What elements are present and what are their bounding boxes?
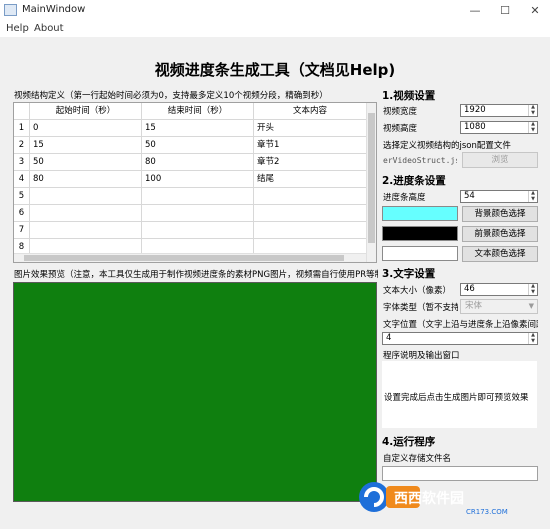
app-icon <box>4 4 17 16</box>
column-header-end[interactable]: 结束时间（秒） <box>142 103 254 120</box>
end-cell[interactable]: 15 <box>142 120 254 137</box>
text-size-value: 46 <box>464 284 475 294</box>
video-height-label: 视频高度 <box>383 124 418 134</box>
row-number: 6 <box>14 205 30 222</box>
output-label: 程序说明及输出窗口 <box>383 351 460 361</box>
text-cell[interactable]: 章节1 <box>254 137 367 154</box>
text-color-button[interactable]: 文本颜色选择 <box>462 246 538 262</box>
video-width-label: 视频宽度 <box>383 107 418 117</box>
text-settings-title: 3.文字设置 <box>382 268 436 280</box>
text-cell[interactable] <box>254 188 367 205</box>
spin-arrows-icon[interactable]: ▲ ▼ <box>528 283 537 295</box>
font-value: 宋体 <box>465 301 483 311</box>
progress-height-spinbox[interactable]: 54 ▲ ▼ <box>460 190 538 203</box>
row-number: 4 <box>14 171 30 188</box>
spin-arrows-icon[interactable]: ▲ ▼ <box>528 104 537 116</box>
start-cell[interactable]: 50 <box>30 154 142 171</box>
text-cell[interactable]: 开头 <box>254 120 367 137</box>
table-corner <box>14 103 30 120</box>
filename-label: 自定义存储文件名 <box>383 454 452 464</box>
run-title: 4.运行程序 <box>382 436 436 448</box>
table-vertical-scrollbar[interactable] <box>366 103 376 262</box>
text-cell[interactable]: 章节2 <box>254 154 367 171</box>
foreground-color-button[interactable]: 前景颜色选择 <box>462 226 538 242</box>
start-cell[interactable] <box>30 222 142 239</box>
row-number: 2 <box>14 137 30 154</box>
close-button[interactable]: ✕ <box>520 0 550 20</box>
image-preview <box>13 282 377 502</box>
table-horizontal-scrollbar[interactable] <box>14 253 366 262</box>
background-color-button[interactable]: 背景颜色选择 <box>462 206 538 222</box>
row-number: 5 <box>14 188 30 205</box>
browse-button[interactable]: 浏览 <box>462 152 538 168</box>
start-cell[interactable]: 15 <box>30 137 142 154</box>
structure-table[interactable]: 起始时间（秒） 结束时间（秒） 文本内容 1 0 15 开头 2 15 50 章… <box>13 102 377 263</box>
spin-arrows-icon[interactable]: ▲ ▼ <box>528 121 537 133</box>
progress-settings-title: 2.进度条设置 <box>382 175 446 187</box>
maximize-button[interactable]: ☐ <box>490 0 520 20</box>
window-title: MainWindow <box>22 4 86 15</box>
end-cell[interactable] <box>142 188 254 205</box>
title-bar: MainWindow — ☐ ✕ <box>0 0 550 20</box>
text-position-value: 4 <box>386 333 392 343</box>
background-color-swatch <box>382 206 458 221</box>
text-position-spinbox[interactable]: 4 ▲ ▼ <box>382 332 538 345</box>
scrollbar-thumb[interactable] <box>368 113 375 243</box>
start-cell[interactable] <box>30 205 142 222</box>
minimize-button[interactable]: — <box>460 0 490 20</box>
chevron-down-icon: ▼ <box>528 302 534 310</box>
menu-bar: Help About <box>0 20 550 37</box>
structure-label: 视频结构定义（第一行起始时间必须为0，支持最多定义10个视频分段，精确到秒） <box>14 91 328 101</box>
text-cell[interactable] <box>254 222 367 239</box>
end-cell[interactable] <box>142 222 254 239</box>
spin-arrows-icon[interactable]: ▲ ▼ <box>528 190 537 202</box>
json-config-label: 选择定义视频结构的json配置文件 <box>383 141 511 151</box>
font-type-label: 字体类型（暂不支持i <box>383 303 458 313</box>
scrollbar-thumb[interactable] <box>24 255 344 261</box>
row-number: 7 <box>14 222 30 239</box>
text-color-swatch <box>382 246 458 261</box>
end-cell[interactable]: 100 <box>142 171 254 188</box>
watermark-url: CR173.COM <box>466 508 508 516</box>
start-cell[interactable]: 80 <box>30 171 142 188</box>
output-window: 设置完成后点击生成图片即可预览效果 <box>382 361 537 428</box>
text-cell[interactable]: 结尾 <box>254 171 367 188</box>
column-header-start[interactable]: 起始时间（秒） <box>30 103 142 120</box>
watermark-logo: 西西软件园 CR173.COM <box>359 482 508 516</box>
video-width-spinbox[interactable]: 1920 ▲ ▼ <box>460 104 538 117</box>
row-number: 3 <box>14 154 30 171</box>
font-select[interactable]: 宋体 ▼ <box>460 299 538 314</box>
foreground-color-swatch <box>382 226 458 241</box>
start-cell[interactable] <box>30 188 142 205</box>
output-message: 设置完成后点击生成图片即可预览效果 <box>384 393 529 403</box>
text-cell[interactable] <box>254 205 367 222</box>
json-file-path: erVideoStruct.json <box>383 156 457 165</box>
menu-about[interactable]: About <box>34 23 64 34</box>
video-width-value: 1920 <box>464 105 486 115</box>
text-size-spinbox[interactable]: 46 ▲ ▼ <box>460 283 538 296</box>
logo-circle-icon <box>359 482 389 512</box>
row-number: 1 <box>14 120 30 137</box>
menu-help[interactable]: Help <box>6 23 29 34</box>
preview-label: 图片效果预览（注意，本工具仅生成用于制作视频进度条的素材PNG图片，视频需自行使… <box>14 270 378 280</box>
end-cell[interactable]: 80 <box>142 154 254 171</box>
video-settings-title: 1.视频设置 <box>382 90 436 102</box>
page-title: 视频进度条生成工具（文档见Help) <box>154 61 396 79</box>
start-cell[interactable]: 0 <box>30 120 142 137</box>
progress-height-value: 54 <box>464 191 475 201</box>
text-position-label: 文字位置（文字上沿与进度条上沿像素间距 <box>383 320 538 330</box>
end-cell[interactable] <box>142 205 254 222</box>
column-header-text[interactable]: 文本内容 <box>254 103 367 120</box>
video-height-value: 1080 <box>464 122 486 132</box>
progress-height-label: 进度条高度 <box>383 193 426 203</box>
video-height-spinbox[interactable]: 1080 ▲ ▼ <box>460 121 538 134</box>
watermark-text: 西西软件园 <box>394 490 464 507</box>
end-cell[interactable]: 50 <box>142 137 254 154</box>
spin-arrows-icon[interactable]: ▲ ▼ <box>528 332 537 344</box>
text-size-label: 文本大小（像素） <box>383 286 452 296</box>
